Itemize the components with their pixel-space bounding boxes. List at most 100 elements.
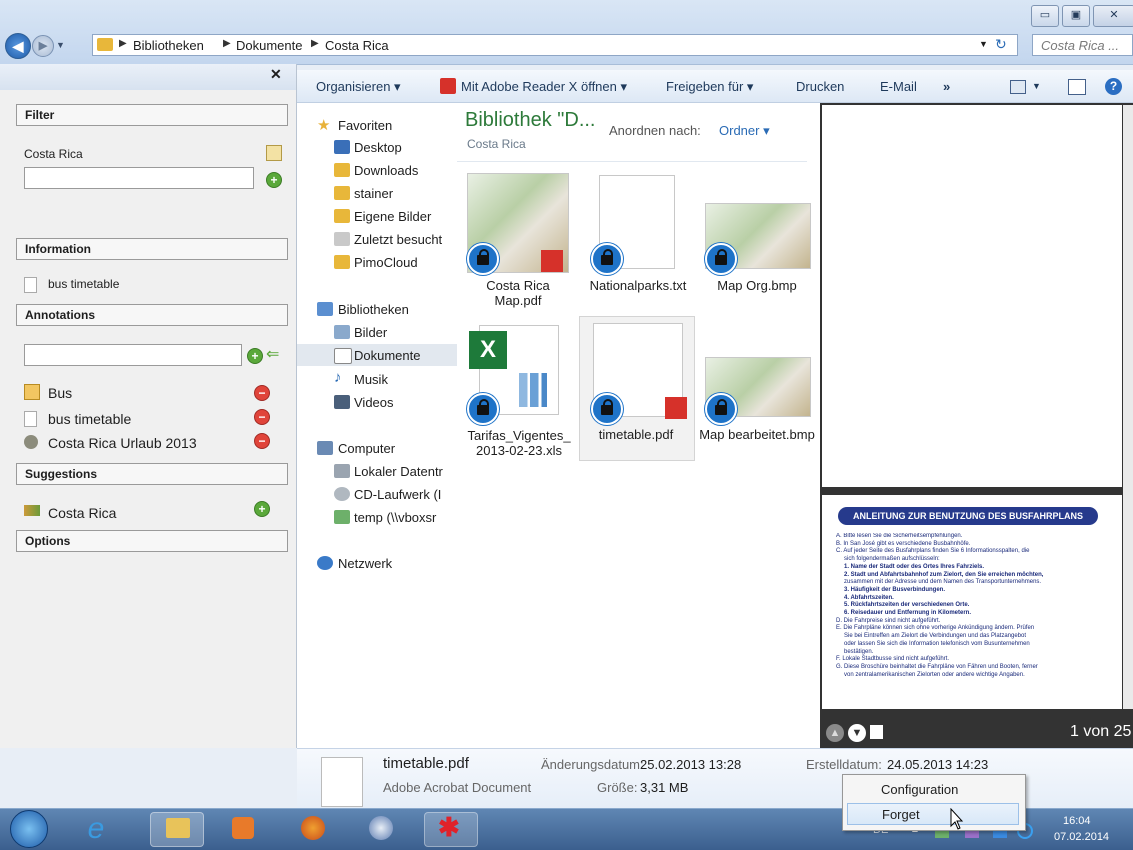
mouse-cursor-icon [950, 808, 964, 830]
import-arrow-icon[interactable]: ⇐ [266, 344, 279, 364]
share-menu[interactable]: Freigeben für ▾ [666, 79, 753, 95]
pdf-badge-icon [541, 250, 563, 272]
preview-text-line: A. Bitte lesen Sie die Sicherheitsempfeh… [836, 533, 963, 539]
clock-date[interactable]: 07.02.2014 [1054, 831, 1109, 843]
annotation-item-costa-rica-urlaub[interactable]: Costa Rica Urlaub 2013 [48, 435, 197, 451]
edit-pencil-icon[interactable] [266, 145, 282, 161]
nav-desktop[interactable]: Desktop [354, 140, 402, 155]
organize-menu[interactable]: Organisieren ▾ [316, 79, 401, 95]
open-with-button[interactable]: Mit Adobe Reader X öffnen ▾ [461, 79, 627, 95]
search-field[interactable]: Costa Rica ... [1032, 34, 1133, 56]
breadcrumb-bibliotheken[interactable]: Bibliotheken [133, 38, 204, 53]
file-label[interactable]: Map Org.bmp [701, 278, 813, 293]
page-down-icon[interactable]: ▼ [848, 724, 866, 742]
view-options-icon[interactable] [1010, 80, 1026, 94]
browser-app-icon[interactable] [369, 816, 393, 840]
preview-text-line: 4. Abfahrtszeiten. [844, 594, 894, 601]
preview-pane: ANLEITUNG ZUR BENUTZUNG DES BUSFAHRPLANS… [820, 103, 1133, 748]
created-label: Erstelldatum: [806, 757, 882, 772]
clock-time[interactable]: 16:04 [1063, 815, 1091, 827]
forward-arrow-icon[interactable]: ▶ [32, 35, 54, 57]
breadcrumb-costa-rica[interactable]: Costa Rica [325, 38, 389, 53]
pictures-library-icon [334, 325, 350, 339]
remove-annotation-icon[interactable]: − [254, 385, 270, 401]
event-icon [24, 435, 38, 449]
filter-heading[interactable]: Filter [16, 104, 288, 126]
pictures-folder-icon [334, 209, 350, 223]
add-suggestion-icon[interactable]: + [254, 501, 270, 517]
remove-annotation-icon[interactable]: − [254, 433, 270, 449]
computer-icon [317, 441, 333, 455]
nav-favorites[interactable]: Favoriten [338, 118, 392, 133]
information-heading[interactable]: Information [16, 238, 288, 260]
nav-zuletzt-besucht[interactable]: Zuletzt besucht [354, 232, 442, 247]
email-button[interactable]: E-Mail [880, 79, 917, 94]
created-value: 24.05.2013 14:23 [887, 757, 989, 772]
add-filter-icon[interactable]: + [266, 172, 282, 188]
menu-item-configuration[interactable]: Configuration [847, 779, 1019, 801]
annotation-input[interactable] [24, 344, 242, 366]
print-button[interactable]: Drucken [796, 79, 844, 94]
breadcrumb-dokumente[interactable]: Dokumente [236, 38, 302, 53]
nav-lokaler-datentraeger[interactable]: Lokaler Datentr [354, 464, 443, 479]
address-bar[interactable]: ▶ Bibliotheken ▶ Dokumente ▶ Costa Rica … [92, 34, 1018, 56]
annotations-heading[interactable]: Annotations [16, 304, 288, 326]
information-item: bus timetable [48, 277, 120, 291]
address-dropdown-icon[interactable]: ▼ [979, 39, 988, 49]
more-commands-button[interactable]: » [943, 79, 950, 94]
red-figure-icon: ✱ [438, 812, 460, 842]
folder-icon [97, 38, 113, 51]
menu-item-forget[interactable]: Forget [847, 803, 1019, 825]
close-button[interactable]: ✕ [1093, 5, 1133, 27]
nav-bilder[interactable]: Bilder [354, 325, 387, 340]
firefox-icon[interactable] [301, 816, 325, 840]
nav-computer[interactable]: Computer [338, 441, 395, 456]
add-annotation-icon[interactable]: + [247, 348, 263, 364]
internet-explorer-icon[interactable]: e [70, 812, 122, 845]
preview-scrollbar[interactable] [1123, 105, 1133, 709]
nav-dokumente[interactable]: Dokumente [354, 348, 420, 363]
help-icon[interactable]: ? [1105, 78, 1122, 95]
view-dropdown-icon[interactable]: ▼ [1032, 81, 1041, 91]
suggestions-heading[interactable]: Suggestions [16, 463, 288, 485]
media-player-icon[interactable] [232, 817, 254, 839]
nav-cd-laufwerk[interactable]: CD-Laufwerk (I [354, 487, 441, 502]
annotation-item-bus[interactable]: Bus [48, 385, 72, 401]
preview-pane-icon[interactable] [1068, 79, 1086, 95]
preview-text-line: 3. Häufigkeit der Busverbindungen. [844, 586, 946, 593]
nav-videos[interactable]: Videos [354, 395, 394, 410]
remove-annotation-icon[interactable]: − [254, 409, 270, 425]
nav-bibliotheken[interactable]: Bibliotheken [338, 302, 409, 317]
suggestion-item-costa-rica[interactable]: Costa Rica [48, 505, 116, 521]
file-label[interactable]: Map bearbeitet.bmp [695, 427, 819, 442]
panel-close-icon[interactable]: ✕ [270, 66, 282, 83]
file-label[interactable]: timetable.pdf [581, 427, 691, 442]
nav-downloads[interactable]: Downloads [354, 163, 418, 178]
page-up-icon[interactable]: ▲ [826, 724, 844, 742]
details-filename: timetable.pdf [383, 755, 469, 772]
recent-pages-chevron-icon[interactable]: ▼ [56, 40, 65, 50]
nav-netzwerk[interactable]: Netzwerk [338, 556, 392, 571]
nav-pimocloud[interactable]: PimoCloud [354, 255, 418, 270]
nav-temp-share[interactable]: temp (\\vboxsr [354, 510, 436, 525]
annotation-item-bus-timetable[interactable]: bus timetable [48, 411, 131, 427]
start-button-icon[interactable] [10, 810, 48, 848]
nav-eigene-bilder[interactable]: Eigene Bilder [354, 209, 431, 224]
nav-stainer[interactable]: stainer [354, 186, 393, 201]
file-label[interactable]: Nationalparks.txt [579, 278, 697, 293]
filter-input[interactable] [24, 167, 254, 189]
refresh-icon[interactable]: ↻ [995, 36, 1007, 53]
search-placeholder: Costa Rica ... [1041, 38, 1120, 53]
minimize-button[interactable]: ▭ [1031, 5, 1059, 27]
arrange-by-dropdown[interactable]: Ordner ▾ [719, 123, 770, 139]
lock-icon [591, 393, 623, 425]
page-view-icon[interactable] [870, 725, 883, 739]
context-menu: Configuration Forget [842, 774, 1026, 831]
file-label[interactable]: Costa Rica Map.pdf [467, 278, 569, 308]
nav-musik[interactable]: Musik [354, 372, 388, 387]
options-heading[interactable]: Options [16, 530, 288, 552]
maximize-button[interactable]: ▣ [1062, 5, 1090, 27]
file-label[interactable]: Tarifas_Vigentes_ 2013-02-23.xls [463, 428, 575, 458]
hard-drive-icon [334, 464, 350, 478]
back-arrow-icon[interactable]: ◀ [5, 33, 31, 59]
